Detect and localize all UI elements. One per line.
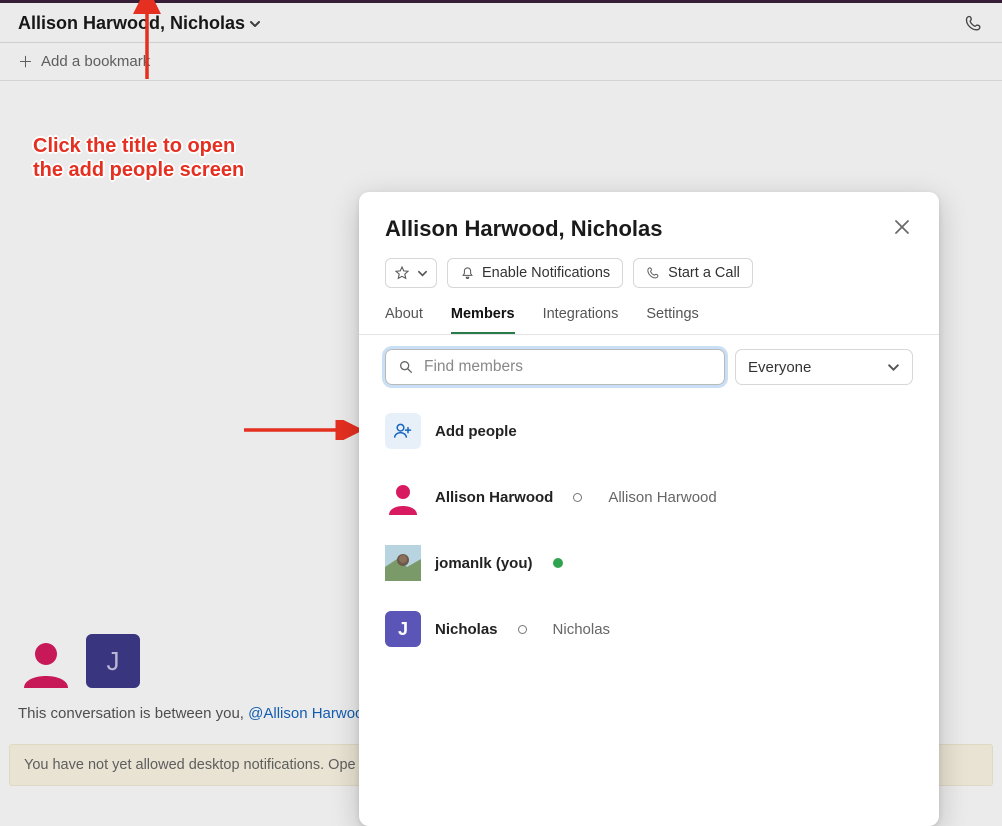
- add-bookmark-button[interactable]: ＋ Add a bookmark: [0, 43, 1002, 81]
- bookmark-label: Add a bookmark: [41, 53, 150, 70]
- search-icon: [398, 359, 414, 375]
- chevron-down-icon: [417, 268, 428, 279]
- mention-link[interactable]: @Allison Harwoo: [248, 705, 363, 722]
- find-members-input[interactable]: [385, 349, 725, 385]
- modal-title: Allison Harwood, Nicholas: [385, 216, 662, 242]
- member-name: Allison Harwood: [435, 489, 553, 506]
- close-button[interactable]: [891, 216, 913, 238]
- enable-notifications-button[interactable]: Enable Notifications: [447, 258, 623, 288]
- search-input-field[interactable]: [424, 358, 712, 376]
- member-filter-dropdown[interactable]: Everyone: [735, 349, 913, 385]
- avatar: J: [86, 634, 140, 688]
- tab-about[interactable]: About: [385, 306, 423, 334]
- member-name: Nicholas: [435, 621, 498, 638]
- chevron-down-icon: [887, 361, 900, 374]
- avatar: J: [385, 611, 421, 647]
- start-call-button[interactable]: Start a Call: [633, 258, 753, 288]
- phone-icon: [646, 266, 661, 281]
- add-person-icon: [385, 413, 421, 449]
- tab-members[interactable]: Members: [451, 306, 515, 334]
- member-name: jomanlk (you): [435, 555, 533, 572]
- member-row[interactable]: jomanlk (you): [385, 539, 913, 587]
- avatar: [385, 545, 421, 581]
- member-row[interactable]: Allison Harwood Allison Harwood: [385, 473, 913, 521]
- add-people-label: Add people: [435, 423, 517, 440]
- member-display-name: Nicholas: [553, 621, 611, 638]
- chevron-down-icon: [249, 18, 261, 30]
- tab-integrations[interactable]: Integrations: [543, 306, 619, 334]
- add-people-button[interactable]: Add people: [385, 407, 913, 455]
- member-display-name: Allison Harwood: [608, 489, 716, 506]
- presence-away-icon: [518, 625, 527, 634]
- channel-title-text: Allison Harwood, Nicholas: [18, 13, 245, 34]
- star-icon: [394, 265, 410, 281]
- call-button[interactable]: [964, 14, 984, 34]
- channel-details-modal: Allison Harwood, Nicholas Enable Notific…: [359, 192, 939, 826]
- presence-away-icon: [573, 493, 582, 502]
- bell-icon: [460, 266, 475, 281]
- avatar: [385, 479, 421, 515]
- tab-settings[interactable]: Settings: [646, 306, 698, 334]
- member-row[interactable]: J Nicholas Nicholas: [385, 605, 913, 653]
- avatar: [18, 632, 74, 688]
- channel-title[interactable]: Allison Harwood, Nicholas: [18, 13, 261, 34]
- plus-icon: ＋: [18, 51, 33, 72]
- star-menu-button[interactable]: [385, 258, 437, 288]
- conversation-intro: This conversation is between you, @Allis…: [18, 705, 363, 722]
- presence-active-icon: [553, 558, 563, 568]
